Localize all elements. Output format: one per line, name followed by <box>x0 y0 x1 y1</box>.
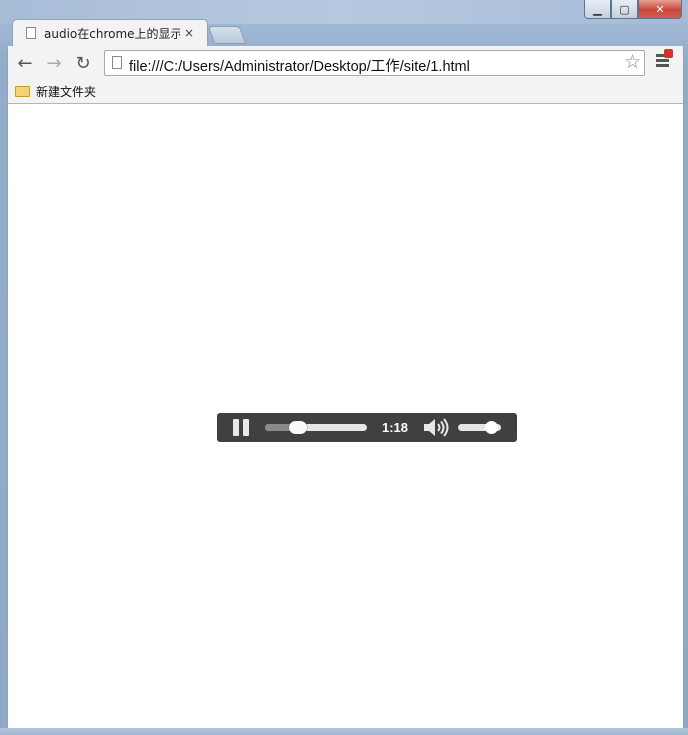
pause-icon[interactable] <box>233 419 249 436</box>
reload-button[interactable]: ↻ <box>72 52 94 74</box>
forward-button[interactable]: → <box>43 52 65 74</box>
speaker-icon[interactable] <box>423 418 449 437</box>
seek-handle[interactable] <box>289 421 308 434</box>
bookmarks-bar: 新建文件夹 <box>7 80 684 104</box>
address-bar[interactable]: file:///C:/Users/Administrator/Desktop/工… <box>104 50 645 76</box>
audio-player[interactable]: 1:18 <box>217 413 517 442</box>
minimize-button[interactable]: ▁ <box>584 0 611 19</box>
close-window-button[interactable]: ✕ <box>638 0 682 19</box>
page-content: 1:18 <box>7 104 684 728</box>
bookmark-folder[interactable]: 新建文件夹 <box>15 83 96 100</box>
window-controls: ▁ ▢ ✕ <box>584 0 682 20</box>
window-bottom-border <box>0 728 688 735</box>
volume-handle[interactable] <box>485 421 498 434</box>
browser-window: ▁ ▢ ✕ audio在chrome上的显示 × ← → ↻ file:///C… <box>0 0 688 735</box>
page-icon <box>26 27 36 39</box>
tab-title: audio在chrome上的显示 <box>44 26 180 41</box>
page-icon <box>112 56 122 69</box>
seek-bar[interactable] <box>265 421 367 434</box>
back-button[interactable]: ← <box>14 52 36 74</box>
tab-close-button[interactable]: × <box>184 26 194 40</box>
folder-icon <box>15 86 30 97</box>
active-tab[interactable]: audio在chrome上的显示 × <box>12 19 208 46</box>
url-text: file:///C:/Users/Administrator/Desktop/工… <box>129 59 470 75</box>
new-tab-button[interactable] <box>207 26 247 44</box>
update-badge-icon <box>664 49 673 58</box>
toolbar: ← → ↻ file:///C:/Users/Administrator/Des… <box>7 46 684 80</box>
bookmark-folder-label: 新建文件夹 <box>36 85 97 99</box>
bookmark-star-icon[interactable]: ☆ <box>624 51 641 73</box>
current-time: 1:18 <box>382 420 409 435</box>
menu-icon[interactable] <box>656 49 673 68</box>
maximize-button[interactable]: ▢ <box>611 0 638 19</box>
volume-slider[interactable] <box>458 421 501 434</box>
